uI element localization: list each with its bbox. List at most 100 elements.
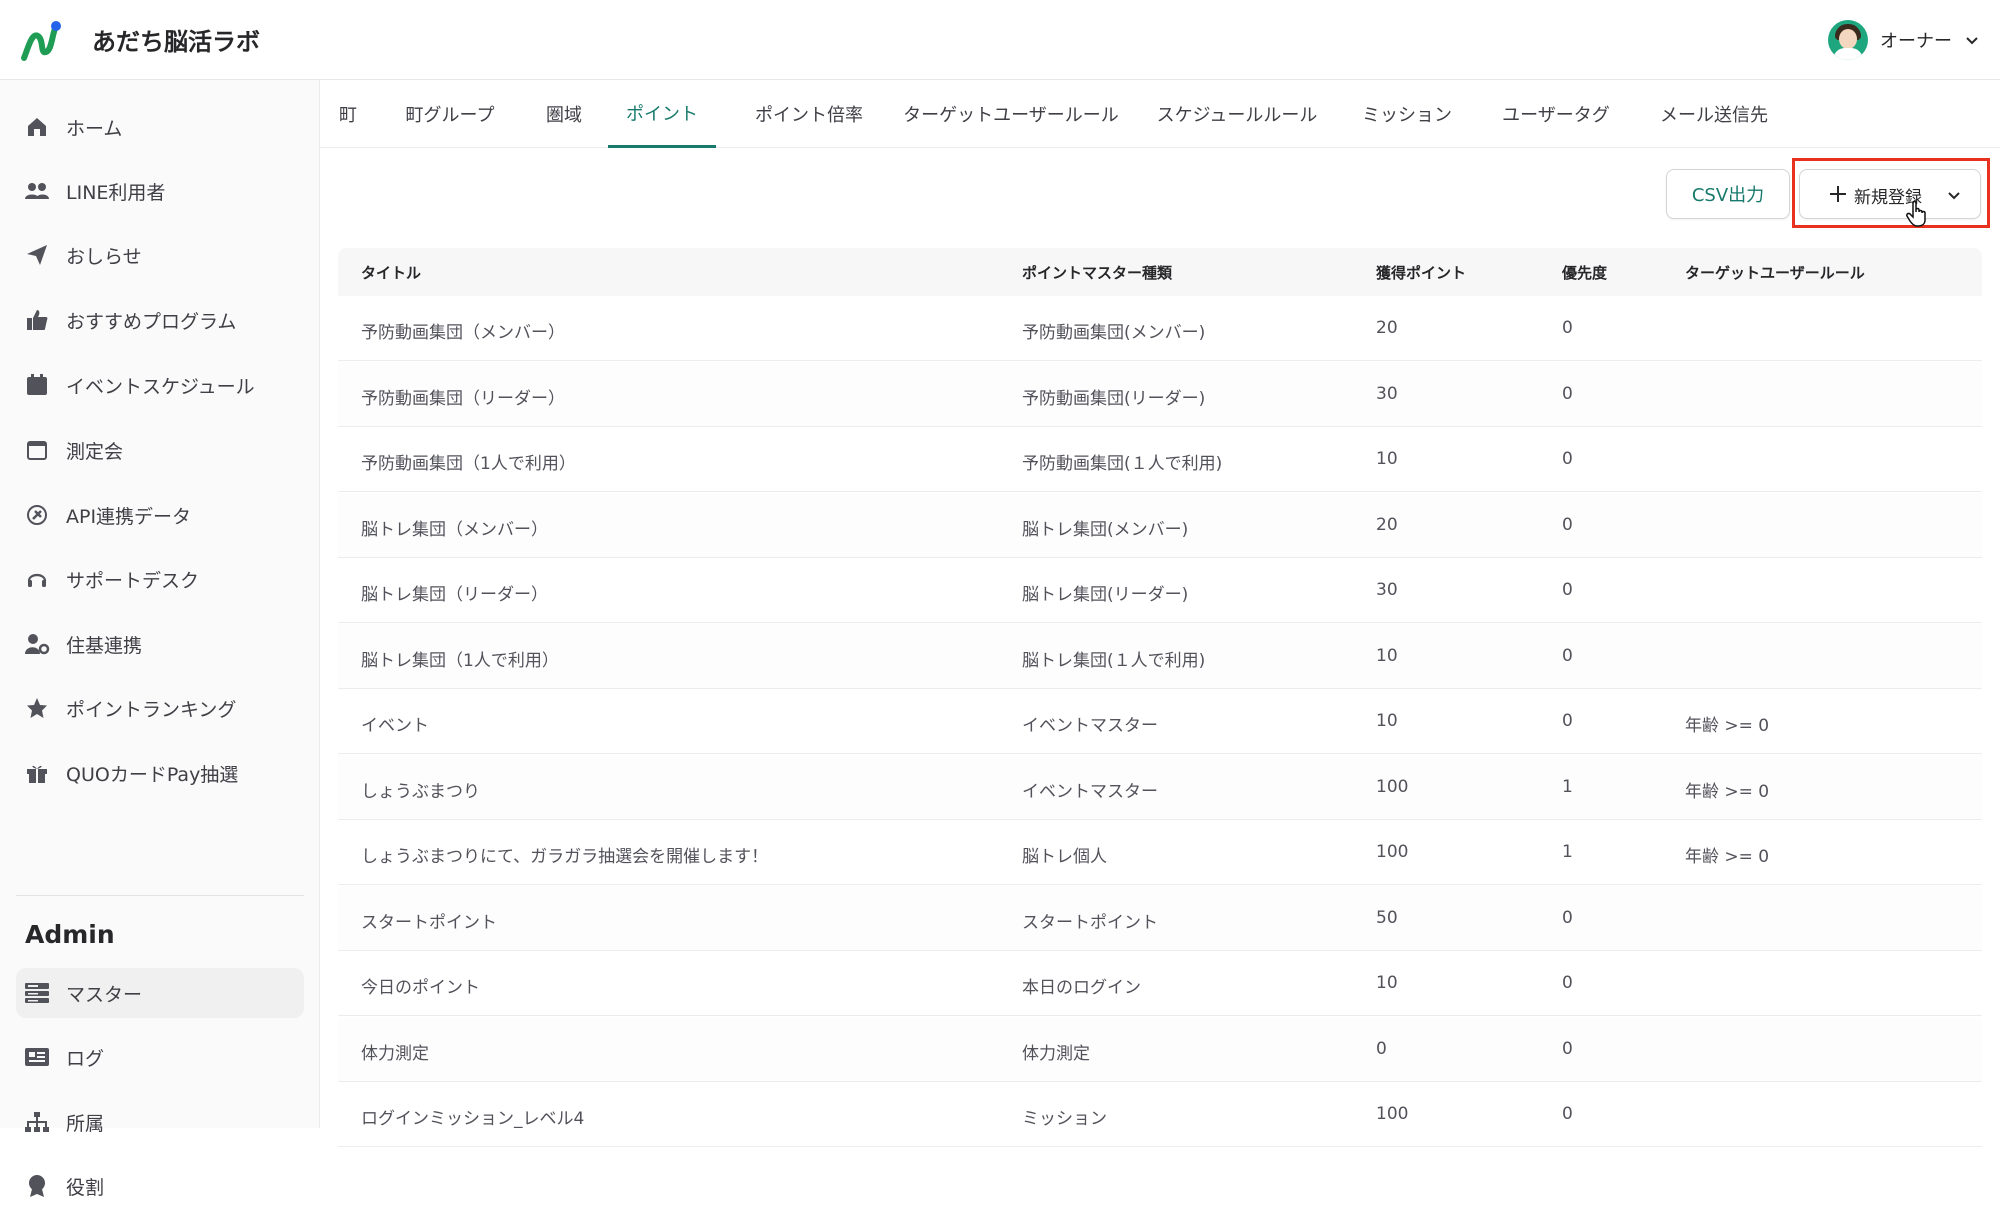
sidebar-item-resident-link[interactable]: 住基連携 [16, 619, 304, 669]
table-cell: 1 [1562, 842, 1573, 862]
column-header-point-master-type[interactable]: ポイントマスター種類 [1022, 262, 1172, 283]
table-row[interactable]: ログインミッション_レベル4 ミッション 100 0 [338, 1082, 1982, 1147]
table-cell: 0 [1562, 711, 1573, 731]
column-header-priority[interactable]: 優先度 [1562, 262, 1607, 283]
sidebar-item-affiliation[interactable]: 所属 [16, 1097, 304, 1147]
column-header-target-user-rule[interactable]: ターゲットユーザールール [1685, 262, 1865, 283]
column-header-title[interactable]: タイトル [361, 262, 421, 283]
table-row[interactable]: 今日のポイント 本日のログイン 10 0 [338, 951, 1982, 1016]
table-cell: 本日のログイン [1022, 978, 1141, 998]
table-cell: 100 [1376, 1104, 1409, 1124]
sidebar-item-label: ポイントランキング [66, 698, 237, 721]
table-cell: 体力測定 [361, 1043, 429, 1064]
gift-icon [24, 760, 50, 786]
table-cell: 0 [1562, 449, 1573, 469]
sidebar-item-line-users[interactable]: LINE利用者 [16, 166, 304, 216]
table-cell: 0 [1562, 645, 1573, 666]
table-row[interactable]: しょうぶまつりにて、ガラガラ抽選会を開催します！ 脳トレ個人 100 1 年齢 >= 0 [338, 820, 1982, 885]
sidebar-item-event-schedule[interactable]: イベントスケジュール [16, 360, 304, 410]
table-row[interactable]: 予防動画集団（リーダー） 予防動画集団(リーダー) 30 0 [338, 361, 1982, 427]
table-cell: しょうぶまつり [361, 781, 480, 802]
new-register-button[interactable]: 新規登録 [1799, 169, 1981, 219]
sidebar-item-label: マスター [66, 983, 143, 1006]
tab-point-multiplier[interactable]: ポイント倍率 [732, 80, 886, 148]
avatar[interactable] [1828, 20, 1868, 60]
table-row[interactable]: 予防動画集団（メンバー） 予防動画集団(メンバー) 20 0 [338, 296, 1982, 361]
tab-town-group[interactable]: 町グループ [392, 80, 508, 148]
user-menu[interactable]: オーナー [1828, 20, 1980, 60]
sidebar-item-home[interactable]: ホーム [16, 102, 304, 152]
admin-heading: Admin [25, 920, 115, 949]
tab-mission[interactable]: ミッション [1340, 80, 1474, 148]
table-row[interactable]: 脳トレ集団（リーダー） 脳トレ集団(リーダー) 30 0 [338, 558, 1982, 623]
table-cell: 20 [1376, 318, 1398, 338]
column-header-earned-points[interactable]: 獲得ポイント [1376, 262, 1466, 283]
headset-icon [24, 566, 50, 592]
table-row[interactable]: しょうぶまつり イベントマスター 100 1 年齢 >= 0 [338, 754, 1982, 820]
sidebar-item-notices[interactable]: おしらせ [16, 230, 304, 280]
tab-town[interactable]: 町 [320, 80, 376, 148]
calendar-icon [24, 372, 50, 398]
table-cell: 0 [1562, 318, 1573, 338]
sidebar-item-label: QUOカードPay抽選 [66, 763, 239, 786]
table-cell: 20 [1376, 514, 1398, 535]
top-header: あだち脳活ラボ オーナー [0, 0, 2000, 80]
sidebar-item-label: ホーム [66, 117, 123, 140]
table-row[interactable]: イベント イベントマスター 10 0 年齢 >= 0 [338, 689, 1982, 754]
sidebar-item-support-desk[interactable]: サポートデスク [16, 554, 304, 604]
table-row[interactable]: 脳トレ集団（メンバー） 脳トレ集団(メンバー) 20 0 [338, 492, 1982, 558]
tab-user-tag[interactable]: ユーザータグ [1480, 80, 1632, 148]
sidebar: ホーム LINE利用者 おしらせ おすすめプログラム イベントスケジュール 測定… [0, 80, 320, 1199]
tab-area[interactable]: 圏域 [524, 80, 604, 148]
table-cell: 脳トレ集団（1人で利用） [361, 650, 559, 671]
star-icon [24, 695, 50, 721]
sidebar-item-quo-lottery[interactable]: QUOカードPay抽選 [16, 748, 304, 798]
database-icon [24, 980, 50, 1006]
sidebar-item-log[interactable]: ログ [16, 1032, 304, 1082]
tab-target-user-rule[interactable]: ターゲットユーザールール [882, 80, 1140, 148]
table-row[interactable]: 脳トレ集団（1人で利用） 脳トレ集団(１人で利用) 10 0 [338, 623, 1982, 689]
table-cell: 30 [1376, 580, 1398, 600]
calendar-outline-icon [24, 437, 50, 463]
sidebar-divider [16, 895, 304, 896]
table-cell: ミッション [1022, 1109, 1107, 1129]
csv-export-button[interactable]: CSV出力 [1666, 169, 1790, 219]
sidebar-item-point-ranking[interactable]: ポイントランキング [16, 683, 304, 733]
chevron-down-icon[interactable] [1964, 32, 1980, 48]
table-cell: 50 [1376, 907, 1398, 928]
sidebar-item-label: 測定会 [66, 440, 124, 463]
table-cell: 100 [1376, 776, 1409, 797]
plus-icon [1830, 186, 1846, 202]
sidebar-item-role[interactable]: 役割 [16, 1161, 304, 1211]
table-cell: 100 [1376, 842, 1409, 862]
table-cell: しょうぶまつりにて、ガラガラ抽選会を開催します！ [361, 847, 769, 867]
brand-name[interactable]: あだち脳活ラボ [92, 22, 260, 57]
table-cell: 体力測定 [1022, 1043, 1090, 1064]
app-logo-icon[interactable] [18, 18, 64, 64]
table-cell: 10 [1376, 449, 1398, 469]
user-name[interactable]: オーナー [1880, 27, 1952, 53]
sidebar-item-measurement[interactable]: 測定会 [16, 425, 304, 475]
table-row[interactable]: 予防動画集団（1人で利用） 予防動画集団(１人で利用) 10 0 [338, 427, 1982, 492]
table-cell: 10 [1376, 711, 1398, 731]
sidebar-item-label: LINE利用者 [66, 181, 166, 204]
sidebar-item-master[interactable]: マスター [16, 968, 304, 1018]
tab-schedule-rule[interactable]: スケジュールルール [1140, 80, 1334, 148]
table-header: タイトル ポイントマスター種類 獲得ポイント 優先度 ターゲットユーザールール [338, 248, 1982, 296]
table-cell: イベントマスター [1022, 716, 1158, 736]
table-cell: 今日のポイント [361, 978, 480, 998]
sidebar-item-programs[interactable]: おすすめプログラム [16, 295, 304, 345]
sidebar-item-api-data[interactable]: API連携データ [16, 490, 304, 540]
table-row[interactable]: スタートポイント スタートポイント 50 0 [338, 885, 1982, 951]
plug-icon [24, 502, 50, 528]
table-cell: 年齢 >= 0 [1685, 716, 1770, 736]
table-cell: スタートポイント [361, 912, 497, 933]
table-cell: 脳トレ個人 [1022, 847, 1107, 867]
tab-point[interactable]: ポイント [608, 80, 716, 148]
table-cell: 脳トレ集団(リーダー) [1022, 585, 1189, 605]
sidebar-item-label: 役割 [66, 1176, 105, 1199]
sidebar-item-label: API連携データ [66, 505, 192, 528]
table-row[interactable]: 体力測定 体力測定 0 0 [338, 1016, 1982, 1082]
table-cell: イベントマスター [1022, 781, 1158, 802]
tab-mail-destination[interactable]: メール送信先 [1638, 80, 1790, 148]
